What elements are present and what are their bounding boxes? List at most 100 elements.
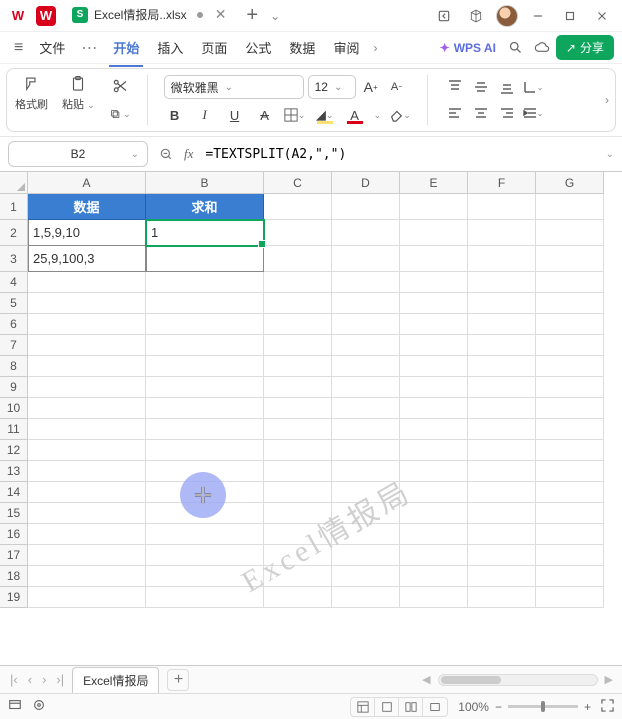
wps-ai-button[interactable]: ✦WPS AI [434,39,502,57]
cell[interactable] [264,524,332,545]
fx-label[interactable]: fx [184,146,193,162]
cell[interactable] [400,194,468,220]
increase-font-button[interactable]: A+ [360,77,382,97]
cell[interactable] [468,194,536,220]
cell[interactable] [468,220,536,246]
cell[interactable] [264,356,332,377]
cell[interactable] [332,220,400,246]
cell[interactable] [264,587,332,608]
cell[interactable] [28,461,146,482]
row-header[interactable]: 10 [0,398,28,419]
cell[interactable] [332,335,400,356]
cell[interactable] [400,314,468,335]
row-header[interactable]: 6 [0,314,28,335]
cell[interactable] [332,587,400,608]
sheet-first-icon[interactable]: |‹ [6,672,22,687]
cell[interactable] [536,220,604,246]
maximize-icon[interactable] [558,4,582,28]
cell[interactable] [468,356,536,377]
cell[interactable] [332,482,400,503]
cell[interactable] [332,398,400,419]
cell[interactable] [146,398,264,419]
cell[interactable] [536,524,604,545]
cell[interactable] [264,461,332,482]
cell[interactable] [146,356,264,377]
cell[interactable] [536,587,604,608]
document-tab[interactable]: S Excel情报局..xlsx ✕ [64,3,234,29]
cell[interactable] [400,503,468,524]
align-bottom-button[interactable] [496,76,518,98]
cell[interactable] [146,545,264,566]
menu-page[interactable]: 页面 [193,34,235,61]
cell[interactable] [536,377,604,398]
orientation-button[interactable]: ⌄ [522,76,544,98]
cell[interactable] [332,272,400,293]
cell[interactable] [146,440,264,461]
sheet-prev-icon[interactable]: ‹ [24,672,36,687]
align-middle-button[interactable] [470,76,492,98]
row-header[interactable]: 4 [0,272,28,293]
col-header-d[interactable]: D [332,172,400,194]
zoom-slider[interactable] [508,705,578,708]
hamburger-icon[interactable]: ≡ [8,39,29,57]
cell[interactable] [146,587,264,608]
cell[interactable] [28,377,146,398]
zoom-out-button[interactable]: − [495,700,502,714]
cell-a1[interactable]: 数据 [28,194,146,220]
cell[interactable] [264,440,332,461]
cell[interactable] [468,293,536,314]
zoom-in-button[interactable]: + [584,700,591,714]
cube-icon[interactable] [464,4,488,28]
cell[interactable] [28,356,146,377]
cell[interactable] [536,440,604,461]
row-header[interactable]: 12 [0,440,28,461]
cell[interactable] [536,335,604,356]
sheet-next-icon[interactable]: › [38,672,50,687]
cell-b2-selected[interactable]: 1 [146,220,264,246]
cell[interactable] [400,587,468,608]
italic-button[interactable]: I [194,105,216,125]
row-header[interactable]: 17 [0,545,28,566]
cell[interactable] [400,246,468,272]
cell[interactable] [332,503,400,524]
borders-button[interactable]: ⌄ [284,105,306,125]
cell[interactable] [332,377,400,398]
cell[interactable] [400,440,468,461]
cell[interactable] [536,461,604,482]
col-header-g[interactable]: G [536,172,604,194]
cell[interactable] [332,293,400,314]
cell[interactable] [400,398,468,419]
row-header[interactable]: 9 [0,377,28,398]
cell[interactable] [264,194,332,220]
cell[interactable] [468,524,536,545]
cell[interactable] [536,398,604,419]
align-left-button[interactable] [444,102,466,124]
copy-button[interactable]: ⌄ [109,103,131,125]
cell[interactable] [146,419,264,440]
cell[interactable] [468,503,536,524]
cell[interactable] [468,246,536,272]
cell[interactable] [332,194,400,220]
cell[interactable] [28,440,146,461]
col-header-e[interactable]: E [400,172,468,194]
fullscreen-icon[interactable] [601,699,614,715]
col-header-b[interactable]: B [146,172,264,194]
cell[interactable] [332,246,400,272]
cell[interactable] [332,356,400,377]
cell-b3[interactable] [146,246,264,272]
cancel-formula-icon[interactable] [154,147,178,161]
cell[interactable] [332,461,400,482]
cell[interactable] [400,545,468,566]
cell[interactable] [400,272,468,293]
close-window-icon[interactable] [590,4,614,28]
cell[interactable] [264,566,332,587]
cell[interactable] [468,440,536,461]
cell[interactable] [400,377,468,398]
cell[interactable] [146,293,264,314]
cell[interactable] [28,293,146,314]
cell[interactable] [332,314,400,335]
format-painter-button[interactable]: 格式刷 [15,75,48,112]
name-box[interactable]: B2⌄ [8,141,148,167]
cell[interactable] [536,246,604,272]
sheet-last-icon[interactable]: ›| [52,672,68,687]
